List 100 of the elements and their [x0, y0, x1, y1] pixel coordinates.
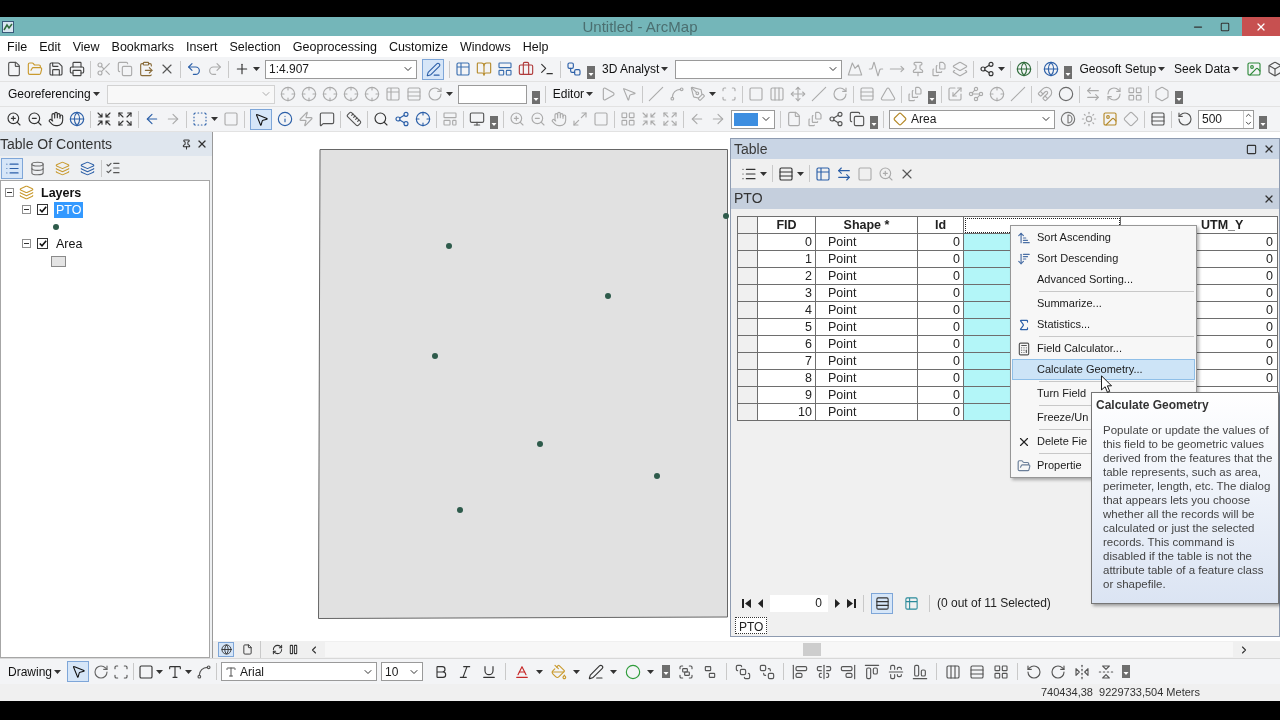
- column-header[interactable]: Id: [918, 217, 964, 234]
- speech-bubble-icon[interactable]: [319, 111, 335, 127]
- align-left-icon[interactable]: [792, 663, 808, 680]
- caret-icon[interactable]: [445, 92, 453, 96]
- pin-icon[interactable]: [181, 138, 192, 150]
- columns-icon[interactable]: [945, 663, 961, 680]
- toolbar-options-icon[interactable]: [662, 665, 670, 678]
- grid-icon[interactable]: [993, 663, 1009, 680]
- pause-icon[interactable]: [288, 644, 299, 655]
- close-icon[interactable]: [196, 138, 208, 150]
- bring-to-front-icon[interactable]: [735, 663, 751, 680]
- app-icon[interactable]: [2, 20, 14, 33]
- contrast-icon[interactable]: [1060, 111, 1076, 127]
- marker-color-icon[interactable]: [625, 663, 641, 680]
- scrollbar-thumb[interactable]: [803, 643, 821, 656]
- cube-icon[interactable]: [1267, 61, 1280, 77]
- toggle-button[interactable]: [250, 108, 272, 130]
- menu-item[interactable]: Sort Ascending: [1012, 227, 1114, 248]
- font-color-icon[interactable]: [514, 663, 530, 680]
- align-middle-icon[interactable]: [888, 663, 904, 680]
- rows-icon[interactable]: [1150, 111, 1166, 127]
- rotate-icon[interactable]: [93, 663, 109, 680]
- swap-arrows-icon[interactable]: [836, 165, 852, 182]
- menu-item[interactable]: Bookmarks: [105, 37, 181, 56]
- curve-icon[interactable]: [196, 663, 212, 680]
- info-icon[interactable]: [277, 111, 293, 127]
- shrink-icon[interactable]: [96, 111, 112, 127]
- layer-name[interactable]: Layers: [39, 184, 84, 201]
- layer-name[interactable]: Area: [54, 235, 85, 252]
- caret-icon[interactable]: [1232, 67, 1240, 71]
- toggle-button[interactable]: [67, 661, 89, 682]
- menu-item[interactable]: Statistics...: [1012, 314, 1094, 335]
- nodes-icon[interactable]: [828, 111, 844, 127]
- ungroup-icon[interactable]: [702, 663, 718, 680]
- close-icon[interactable]: [1263, 143, 1275, 155]
- caret-icon[interactable]: [573, 669, 580, 674]
- input-field[interactable]: [457, 84, 527, 104]
- caret-icon[interactable]: [610, 669, 617, 674]
- layer-combo[interactable]: Area: [889, 109, 1055, 129]
- globe-icon[interactable]: [1016, 61, 1033, 77]
- picture-icon[interactable]: [1246, 61, 1263, 77]
- maximize-icon[interactable]: [1220, 21, 1230, 32]
- expand-icon[interactable]: [117, 111, 133, 127]
- caret-icon[interactable]: [760, 171, 767, 176]
- menu-item[interactable]: Freeze/Un: [1012, 407, 1092, 428]
- menu-item[interactable]: Sort Descending: [1012, 248, 1122, 269]
- table-icon[interactable]: [815, 165, 831, 182]
- menu-item[interactable]: Summarize...: [1012, 293, 1105, 314]
- text-icon[interactable]: [167, 663, 183, 680]
- group-icon[interactable]: [678, 663, 694, 680]
- menu-item[interactable]: Propertie: [1012, 455, 1085, 476]
- column-header[interactable]: Shape *: [816, 217, 918, 234]
- flip-vertical-icon[interactable]: [1098, 663, 1114, 680]
- sphere-icon[interactable]: [1058, 86, 1075, 102]
- menu-item[interactable]: Delete Fie: [1012, 431, 1091, 452]
- terminal-icon[interactable]: [539, 61, 555, 77]
- menu-item[interactable]: Insert: [180, 37, 224, 56]
- hand-icon[interactable]: [48, 111, 64, 127]
- monitor-icon[interactable]: [469, 111, 485, 127]
- toolbar-options-icon[interactable]: [1122, 665, 1130, 678]
- picture-icon[interactable]: [1102, 111, 1118, 127]
- toolbar-menu[interactable]: 3D Analyst: [600, 60, 671, 78]
- menu-item[interactable]: View: [66, 37, 106, 56]
- refresh-icon[interactable]: [272, 644, 283, 655]
- rows-icon[interactable]: [969, 663, 985, 680]
- bold-icon[interactable]: [433, 663, 449, 680]
- briefcase-icon[interactable]: [518, 61, 534, 77]
- spin-field[interactable]: 500: [1198, 109, 1254, 129]
- next-record-icon[interactable]: [835, 598, 840, 608]
- row-selector[interactable]: [738, 387, 758, 404]
- maximize-icon[interactable]: [1246, 143, 1257, 155]
- rotate-right-icon[interactable]: [1050, 663, 1066, 680]
- row-selector[interactable]: [738, 404, 758, 421]
- last-record-icon[interactable]: [847, 598, 856, 608]
- toolbar-options-icon[interactable]: [531, 91, 540, 104]
- caret-icon[interactable]: [647, 669, 654, 674]
- menu-item[interactable]: Geoprocessing: [286, 37, 383, 56]
- row-selector[interactable]: [738, 302, 758, 319]
- caret-icon[interactable]: [536, 669, 543, 674]
- menu-item[interactable]: Help: [516, 37, 555, 56]
- menu-item[interactable]: Customize: [382, 37, 454, 56]
- menu-item[interactable]: Calculate Geometry...: [1012, 359, 1195, 380]
- menu-item[interactable]: Windows: [453, 37, 517, 56]
- caret-icon[interactable]: [797, 171, 804, 176]
- nodes-icon[interactable]: [979, 61, 996, 77]
- toolbar-menu[interactable]: Drawing: [6, 662, 63, 681]
- save-icon[interactable]: [48, 61, 64, 77]
- align-top-icon[interactable]: [864, 663, 880, 680]
- minus-box-icon[interactable]: [22, 205, 31, 214]
- fill-color-icon[interactable]: [551, 663, 567, 680]
- toggle-button[interactable]: [871, 592, 893, 614]
- flip-horizontal-icon[interactable]: [1074, 663, 1090, 680]
- caret-icon[interactable]: [253, 67, 260, 71]
- minus-box-icon[interactable]: [5, 188, 14, 197]
- zoom-field[interactable]: [731, 109, 775, 129]
- send-to-back-icon[interactable]: [759, 663, 775, 680]
- plus-icon[interactable]: [234, 61, 250, 77]
- row-selector[interactable]: [738, 370, 758, 387]
- row-selector[interactable]: [738, 268, 758, 285]
- caret-icon[interactable]: [156, 669, 163, 674]
